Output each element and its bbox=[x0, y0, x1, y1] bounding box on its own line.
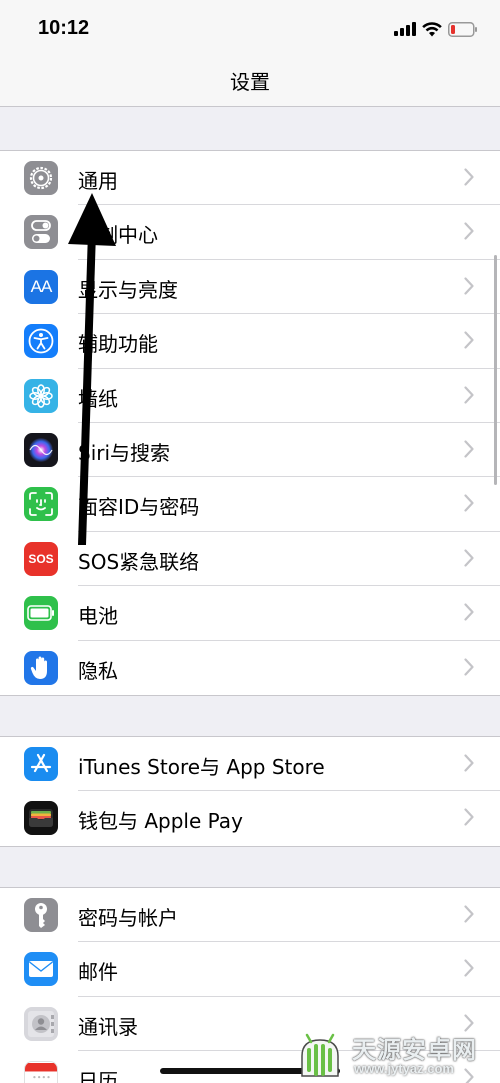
text-size-glyph: AA bbox=[30, 276, 53, 296]
watermark-logo: 天源安卓网 www.jytyaz.com bbox=[294, 1028, 494, 1080]
settings-row-label: 面容ID与密码 bbox=[78, 495, 200, 520]
settings-row-label: 邮件 bbox=[78, 960, 118, 985]
wifi-icon bbox=[422, 21, 442, 36]
settings-row-wallpaper[interactable]: 墙纸 bbox=[0, 369, 500, 423]
chevron-right-icon bbox=[464, 277, 474, 295]
settings-group-2: iTunes Store与 App Store 钱包与 Apple Pay bbox=[0, 736, 500, 847]
chevron-right-icon bbox=[464, 168, 474, 186]
settings-row-label: 隐私 bbox=[78, 658, 118, 683]
settings-row-label: 显示与亮度 bbox=[78, 277, 178, 302]
settings-row-display-brightness[interactable]: AA 显示与亮度 bbox=[0, 260, 500, 315]
chevron-right-icon bbox=[464, 549, 474, 567]
chevron-right-icon bbox=[464, 905, 474, 923]
chevron-right-icon bbox=[464, 754, 474, 772]
face-id-icon bbox=[24, 487, 58, 522]
android-logo-icon bbox=[301, 1033, 339, 1077]
settings-row-label: 墙纸 bbox=[78, 386, 118, 411]
settings-row-label: 日历 bbox=[78, 1069, 118, 1083]
sos-glyph: SOS bbox=[28, 551, 54, 566]
key-icon bbox=[24, 898, 58, 932]
settings-row-face-id[interactable]: 面容ID与密码 bbox=[0, 477, 500, 532]
settings-row-general[interactable]: 通用 bbox=[0, 151, 500, 206]
settings-row-wallet-apple-pay[interactable]: 钱包与 Apple Pay bbox=[0, 791, 500, 845]
settings-row-emergency-sos[interactable]: SOS SOS紧急联络 bbox=[0, 532, 500, 587]
status-bar: 10:12 bbox=[0, 0, 500, 56]
settings-row-passwords-accounts[interactable]: 密码与帐户 bbox=[0, 888, 500, 943]
status-time: 10:12 bbox=[38, 17, 90, 39]
chevron-right-icon bbox=[464, 222, 474, 240]
cellular-signal-icon bbox=[394, 22, 416, 36]
settings-row-label: 控制中心 bbox=[78, 223, 158, 248]
settings-row-label: iTunes Store与 App Store bbox=[78, 755, 325, 779]
chevron-right-icon bbox=[464, 385, 474, 404]
chevron-right-icon bbox=[464, 440, 474, 458]
wallet-icon bbox=[24, 801, 58, 836]
chevron-right-icon bbox=[464, 331, 474, 349]
settings-row-label: 通讯录 bbox=[78, 1014, 138, 1039]
toggle-icon bbox=[24, 215, 58, 250]
watermark-text: 天源安卓网 bbox=[352, 1036, 477, 1064]
chevron-right-icon bbox=[464, 959, 474, 977]
battery-low-icon bbox=[448, 21, 477, 37]
settings-group-1: 通用 控制中心 AA 显示与亮度 辅助功能 墙纸 Siri与搜索 面容ID与密码… bbox=[0, 150, 500, 696]
settings-row-siri-search[interactable]: Siri与搜索 bbox=[0, 423, 500, 478]
settings-row-privacy[interactable]: 隐私 bbox=[0, 641, 500, 695]
flower-icon bbox=[24, 378, 58, 413]
chevron-right-icon bbox=[464, 808, 474, 826]
settings-row-label: 钱包与 Apple Pay bbox=[78, 809, 243, 834]
chevron-right-icon bbox=[464, 657, 474, 676]
settings-row-battery[interactable]: 电池 bbox=[0, 586, 500, 641]
status-icons bbox=[394, 18, 478, 40]
calendar-icon bbox=[24, 1061, 58, 1083]
watermark-url: www.jytyaz.com bbox=[354, 1061, 454, 1076]
settings-row-label: 辅助功能 bbox=[78, 332, 158, 357]
settings-row-accessibility[interactable]: 辅助功能 bbox=[0, 314, 500, 369]
chevron-right-icon bbox=[464, 494, 474, 512]
battery-icon bbox=[24, 596, 58, 631]
settings-row-label: 电池 bbox=[78, 604, 118, 629]
accessibility-icon bbox=[24, 324, 58, 359]
navigation-bar: 设置 bbox=[0, 56, 500, 107]
settings-row-label: SOS紧急联络 bbox=[78, 549, 200, 574]
gear-icon bbox=[24, 161, 58, 195]
hand-icon bbox=[24, 650, 58, 685]
contacts-icon bbox=[24, 1006, 58, 1041]
chevron-right-icon bbox=[464, 603, 474, 621]
settings-row-label: 通用 bbox=[78, 169, 118, 193]
page-title: 设置 bbox=[230, 70, 270, 94]
settings-row-label: 密码与帐户 bbox=[78, 906, 178, 930]
app-store-icon bbox=[24, 747, 58, 781]
scroll-indicator[interactable] bbox=[494, 255, 497, 485]
siri-icon bbox=[24, 432, 58, 467]
sos-icon: SOS bbox=[24, 541, 58, 576]
settings-row-control-center[interactable]: 控制中心 bbox=[0, 205, 500, 260]
text-size-icon: AA bbox=[24, 269, 58, 304]
mail-icon bbox=[24, 952, 58, 987]
settings-row-label: Siri与搜索 bbox=[78, 440, 171, 465]
settings-row-itunes-app-store[interactable]: iTunes Store与 App Store bbox=[0, 737, 500, 792]
settings-row-mail[interactable]: 邮件 bbox=[0, 942, 500, 997]
